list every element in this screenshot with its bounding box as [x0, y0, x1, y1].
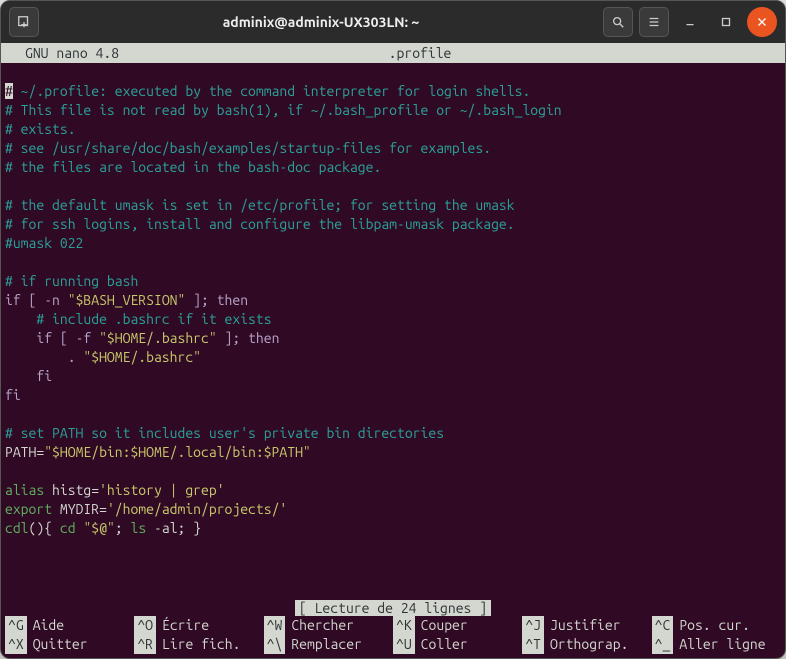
code-line: cdl [5, 520, 29, 536]
code-line: "$HOME/.bashrc" [83, 349, 201, 365]
comment-line: # for ssh logins, install and configure … [5, 216, 515, 232]
comment-line: # see /usr/share/doc/bash/examples/start… [5, 140, 491, 156]
maximize-icon [719, 15, 733, 29]
nano-help: ^GAide^OÉcrire^WChercher^KCouper^JJustif… [1, 616, 785, 658]
new-tab-button[interactable] [9, 7, 39, 37]
code-line: histg= [52, 482, 99, 498]
hamburger-icon [647, 15, 661, 29]
code-line: ]; [217, 330, 248, 346]
code-line: fi [5, 368, 52, 384]
help-key[interactable]: ^J [522, 616, 544, 635]
help-key[interactable]: ^R [134, 635, 156, 654]
comment-line: # the files are located in the bash-doc … [5, 159, 381, 175]
status-line: [ Lecture de 24 lignes ] [1, 600, 785, 616]
code-line: . [5, 349, 83, 365]
help-item: ^OÉcrire [134, 616, 263, 635]
help-label: Aller ligne [673, 635, 765, 654]
help-item: ^_Aller ligne [652, 635, 781, 654]
minimize-icon [683, 15, 697, 29]
help-label: Coller [415, 635, 468, 654]
close-button[interactable] [747, 7, 777, 37]
code-line: cd [60, 520, 84, 536]
code-line: "$HOME/bin:$HOME/.local/bin:$PATH" [44, 444, 311, 460]
code-line: then [217, 292, 248, 308]
help-item: ^RLire fich. [134, 635, 263, 654]
search-button[interactable] [603, 7, 633, 37]
code-line: -al; } [154, 520, 201, 536]
help-label: Justifier [544, 616, 621, 635]
minimize-button[interactable] [675, 7, 705, 37]
editor-content[interactable]: # ~/.profile: executed by the command in… [1, 63, 785, 600]
help-label: Aide [27, 616, 64, 635]
code-line: ls [131, 520, 155, 536]
search-icon [611, 15, 625, 29]
code-line: if [ [5, 292, 44, 308]
cursor: # [5, 83, 13, 99]
close-icon [755, 15, 769, 29]
help-item: ^GAide [5, 616, 134, 635]
code-line: alias [5, 482, 52, 498]
help-key[interactable]: ^T [522, 635, 544, 654]
help-key[interactable]: ^G [5, 616, 27, 635]
code-line: ]; [185, 292, 216, 308]
new-tab-icon [17, 15, 31, 29]
code-line: "$@" [83, 520, 114, 536]
maximize-button[interactable] [711, 7, 741, 37]
comment-line: ~/.profile: executed by the command inte… [13, 83, 530, 99]
help-label: Quitter [27, 635, 88, 654]
status-text: [ Lecture de 24 lignes ] [295, 600, 491, 616]
code-line: -f [76, 330, 100, 346]
help-key[interactable]: ^W [264, 616, 286, 635]
comment-line: #umask 022 [5, 235, 83, 251]
help-item: ^UColler [393, 635, 522, 654]
comment-line: # exists. [5, 121, 76, 137]
help-label: Écrire [156, 616, 209, 635]
help-item: ^JJustifier [522, 616, 651, 635]
code-line: '/home/admin/projects/' [107, 501, 287, 517]
code-line: if [ [5, 330, 76, 346]
help-label: Couper [415, 616, 468, 635]
help-label: Chercher [285, 616, 354, 635]
comment-line: # This file is not read by bash(1), if ~… [5, 102, 562, 118]
help-item: ^XQuitter [5, 635, 134, 654]
code-line: then [248, 330, 279, 346]
help-key[interactable]: ^\ [264, 635, 286, 654]
code-line: ; [115, 520, 131, 536]
terminal-window: adminix@adminix-UX303LN: ~ GNU nano 4.8 … [0, 0, 786, 659]
nano-header: GNU nano 4.8 .profile [1, 43, 785, 63]
help-item: ^KCouper [393, 616, 522, 635]
code-line: fi [5, 387, 21, 403]
window-title: adminix@adminix-UX303LN: ~ [45, 14, 597, 30]
code-line: export [5, 501, 60, 517]
code-line: 'history | grep' [99, 482, 224, 498]
help-item: ^\Remplacer [264, 635, 393, 654]
help-key[interactable]: ^_ [652, 635, 674, 654]
code-line: -n [44, 292, 68, 308]
help-label: Lire fich. [156, 635, 240, 654]
code-line: MYDIR= [60, 501, 107, 517]
menu-button[interactable] [639, 7, 669, 37]
code-line: PATH= [5, 444, 44, 460]
comment-line: # the default umask is set in /etc/profi… [5, 197, 515, 213]
file-name: .profile [59, 43, 781, 63]
help-key[interactable]: ^C [652, 616, 674, 635]
help-label: Pos. cur. [673, 616, 750, 635]
help-item: ^WChercher [264, 616, 393, 635]
code-line: (){ [29, 520, 60, 536]
help-item: ^TOrthograp. [522, 635, 651, 654]
comment-line: # include .bashrc if it exists [5, 311, 272, 327]
code-line: "$HOME/.bashrc" [99, 330, 217, 346]
help-key[interactable]: ^U [393, 635, 415, 654]
help-key[interactable]: ^K [393, 616, 415, 635]
code-line: "$BASH_VERSION" [68, 292, 186, 308]
comment-line: # if running bash [5, 273, 138, 289]
help-label: Remplacer [285, 635, 362, 654]
titlebar: adminix@adminix-UX303LN: ~ [1, 1, 785, 43]
help-item: ^CPos. cur. [652, 616, 781, 635]
comment-line: # set PATH so it includes user's private… [5, 425, 444, 441]
help-key[interactable]: ^O [134, 616, 156, 635]
help-key[interactable]: ^X [5, 635, 27, 654]
help-label: Orthograp. [544, 635, 628, 654]
